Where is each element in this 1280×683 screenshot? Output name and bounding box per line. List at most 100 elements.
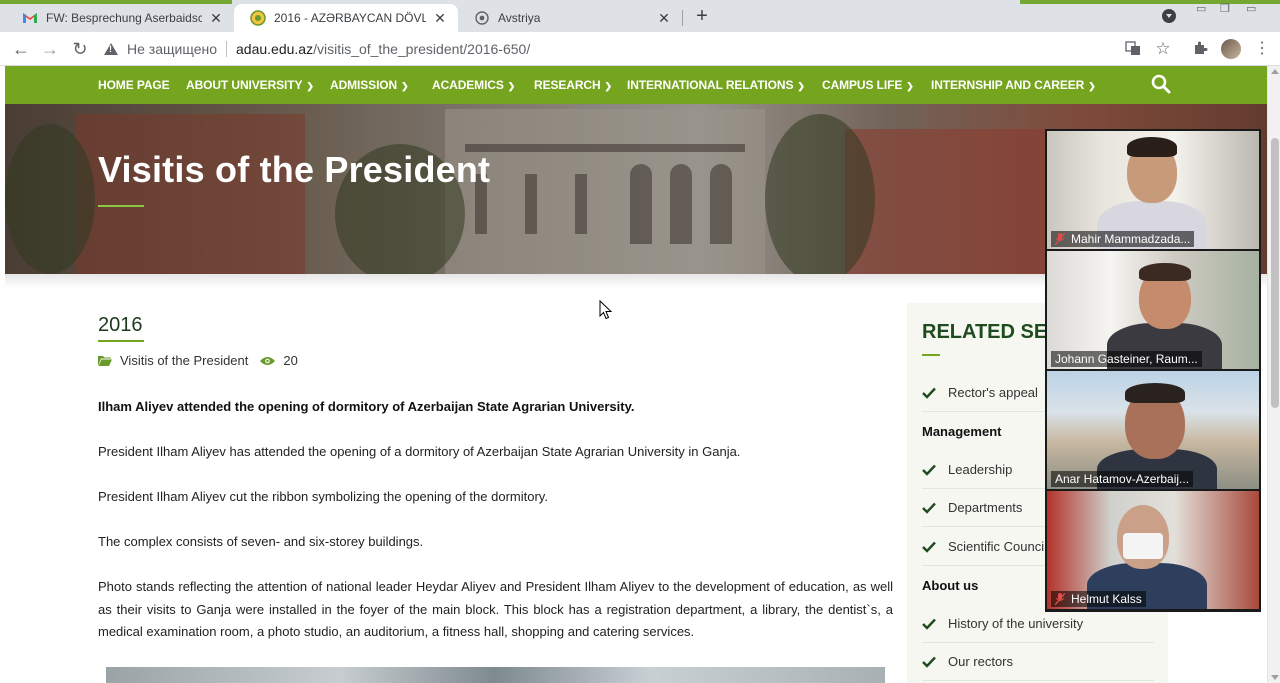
tab-search-icon[interactable] xyxy=(1162,9,1176,23)
tab-title: FW: Besprechung Aserbaidschan xyxy=(46,11,202,25)
sidebar-item-label: Scientific Council xyxy=(948,539,1047,554)
forward-arrow-icon[interactable]: → xyxy=(39,38,61,60)
video-tile[interactable]: Helmut Kalss xyxy=(1047,491,1259,609)
year-underline xyxy=(98,340,144,342)
adau-favicon-icon xyxy=(250,10,266,26)
close-icon[interactable]: ✕ xyxy=(432,10,448,27)
nav-item-label: INTERNATIONAL RELATIONS xyxy=(627,78,794,92)
chevron-down-icon: ❯ xyxy=(797,81,805,91)
nav-item-admission[interactable]: ADMISSION ❯ xyxy=(330,78,409,92)
warning-icon[interactable] xyxy=(104,43,118,55)
nav-item-about-university[interactable]: ABOUT UNIVERSITY ❯ xyxy=(186,78,314,92)
sidebar-heading-about-us: About us xyxy=(922,578,979,593)
restore-icon[interactable]: ❐ xyxy=(1220,2,1230,15)
folder-icon xyxy=(98,356,112,366)
insecure-label[interactable]: Не защищено xyxy=(127,41,217,57)
nav-item-home-page[interactable]: HOME PAGE xyxy=(98,78,170,92)
article-year: 2016 xyxy=(98,314,143,336)
url-path[interactable]: /visitis_of_the_president/2016-650/ xyxy=(313,41,530,57)
close-icon[interactable]: ✕ xyxy=(208,10,224,27)
reload-icon[interactable]: ↻ xyxy=(69,38,91,60)
nav-item-label: ADMISSION xyxy=(330,78,398,92)
page-scrollbar[interactable] xyxy=(1267,66,1280,683)
translate-icon[interactable] xyxy=(1124,40,1142,58)
participant-name: Mahir Mammadzada... xyxy=(1071,232,1191,246)
search-icon[interactable] xyxy=(1151,74,1171,94)
video-call-panel: Mahir Mammadzada... Johann Gasteiner, Ra… xyxy=(1045,129,1261,612)
minimize-icon[interactable]: ▭ xyxy=(1196,2,1206,15)
url-host[interactable]: adau.edu.az xyxy=(236,41,313,57)
sidebar-item-label: History of the university xyxy=(948,616,1084,631)
chevron-down-icon: ❯ xyxy=(1088,81,1096,91)
omnibox-separator xyxy=(226,41,227,57)
tab-adau[interactable]: 2016 - AZƏRBAYCAN DÖVLƏT A ✕ xyxy=(234,4,458,32)
nav-item-research[interactable]: RESEARCH ❯ xyxy=(534,78,612,92)
nav-item-label: ACADEMICS xyxy=(432,78,504,92)
participant-name-tag: Helmut Kalss xyxy=(1051,591,1146,607)
nav-item-internship-and-career[interactable]: INTERNSHIP AND CAREER ❯ xyxy=(931,78,1096,92)
tab-title: Avstriya xyxy=(498,11,541,25)
participant-name-tag: Anar Hatamov-Azerbaij... xyxy=(1051,471,1194,487)
scroll-up-arrow-icon[interactable] xyxy=(1271,69,1279,74)
chevron-down-icon: ❯ xyxy=(507,81,516,91)
nav-item-label: ABOUT UNIVERSITY xyxy=(186,78,303,92)
close-icon[interactable]: ✕ xyxy=(656,10,672,27)
sidebar-heading-management: Management xyxy=(922,424,1002,439)
sidebar-item-label: Rector's appeal xyxy=(948,385,1038,400)
avatar[interactable] xyxy=(1221,39,1241,59)
browser-tab-bar: FW: Besprechung Aserbaidschan ✕ 2016 - A… xyxy=(0,0,1280,32)
tab-title: 2016 - AZƏRBAYCAN DÖVLƏT A xyxy=(274,11,426,25)
gmail-icon xyxy=(22,10,38,26)
video-tile[interactable]: Johann Gasteiner, Raum... xyxy=(1047,251,1259,369)
sidebar-title: RELATED SEC xyxy=(922,321,1062,343)
extensions-puzzle-icon[interactable] xyxy=(1191,40,1209,58)
nav-item-academics[interactable]: ACADEMICS ❯ xyxy=(432,78,515,92)
nav-item-campus-life[interactable]: CAMPUS LIFE ❯ xyxy=(822,78,914,92)
tab-progress-line xyxy=(1020,0,1280,4)
back-arrow-icon[interactable]: ← xyxy=(10,38,32,60)
participant-name: Anar Hatamov-Azerbaij... xyxy=(1055,472,1190,486)
title-underline xyxy=(98,205,144,207)
site-main-nav: HOME PAGE ABOUT UNIVERSITY ❯ ADMISSION ❯ A… xyxy=(5,66,1267,104)
browser-toolbar: ← → ↻ Не защищено adau.edu.az/visitis_of… xyxy=(0,32,1280,66)
menu-kebab-icon[interactable]: ⋮ xyxy=(1254,40,1270,58)
check-icon xyxy=(922,656,936,668)
sidebar-title-underline xyxy=(922,354,940,356)
participant-name: Helmut Kalss xyxy=(1071,592,1142,606)
bookmark-star-icon[interactable]: ☆ xyxy=(1154,40,1172,58)
check-icon xyxy=(922,502,936,514)
sidebar-item-label: Departments xyxy=(948,500,1023,515)
chevron-down-icon: ❯ xyxy=(401,81,409,91)
video-tile[interactable]: Mahir Mammadzada... xyxy=(1047,131,1259,249)
new-tab-button[interactable]: + xyxy=(692,5,712,27)
close-window-icon[interactable]: ▭ xyxy=(1246,2,1256,15)
article-category-link[interactable]: Visitis of the President xyxy=(120,353,248,368)
address-bar[interactable]: Не защищено adau.edu.az/visitis_of_the_p… xyxy=(104,36,1184,62)
chevron-down-icon: ❯ xyxy=(906,81,914,91)
eye-icon xyxy=(260,356,276,365)
sidebar-item-our-rectors[interactable]: Our rectors xyxy=(922,643,1154,681)
participant-mask xyxy=(1123,533,1163,559)
nav-item-international-relations[interactable]: INTERNATIONAL RELATIONS ❯ xyxy=(627,78,805,92)
nav-item-label: INTERNSHIP AND CAREER xyxy=(931,78,1085,92)
scroll-down-arrow-icon[interactable] xyxy=(1271,675,1279,680)
article-photo xyxy=(106,667,885,683)
chevron-down-icon: ❯ xyxy=(306,81,314,91)
mouse-cursor-icon xyxy=(599,300,613,320)
nav-item-label: CAMPUS LIFE xyxy=(822,78,903,92)
view-count: 20 xyxy=(283,353,298,368)
article-paragraph: The complex consists of seven- and six-s… xyxy=(98,534,424,549)
participant-hair xyxy=(1139,263,1191,281)
participant-hair xyxy=(1125,383,1185,403)
sidebar-item-label: Our rectors xyxy=(948,654,1014,669)
check-icon xyxy=(922,541,936,553)
participant-hair xyxy=(1127,137,1177,157)
tab-gmail[interactable]: FW: Besprechung Aserbaidschan ✕ xyxy=(6,4,234,32)
participant-name-tag: Mahir Mammadzada... xyxy=(1051,231,1195,247)
video-tile-active-speaker[interactable]: Anar Hatamov-Azerbaij... xyxy=(1047,371,1259,489)
nav-item-label: RESEARCH xyxy=(534,78,601,92)
tab-avstriya[interactable]: Avstriya ✕ xyxy=(458,4,682,32)
scrollbar-thumb[interactable] xyxy=(1271,138,1279,408)
chevron-down-icon: ❯ xyxy=(604,81,613,91)
nav-item-label: HOME PAGE xyxy=(98,78,170,92)
